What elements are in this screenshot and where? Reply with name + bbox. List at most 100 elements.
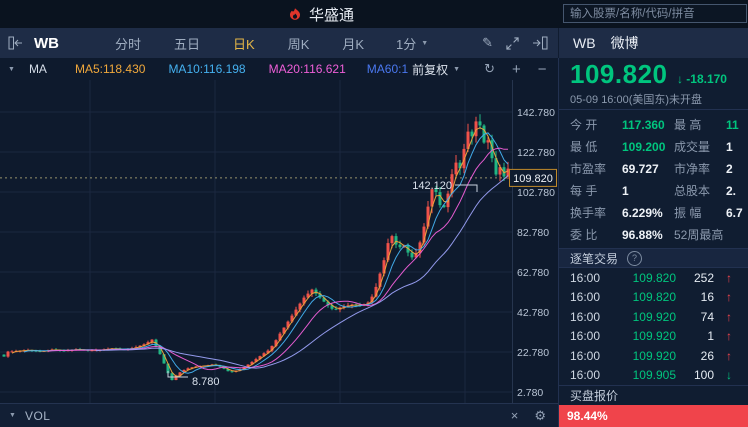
change-value: -18.170 [686,72,727,86]
stat-label: 52周最高 [674,228,724,242]
quote-name: 微博 [610,35,639,51]
tab-月K[interactable]: 月K [342,34,364,53]
interval-label: 1分 [396,36,417,52]
adjust-mode-dropdown[interactable]: 前复权 ▼ [412,61,460,78]
open-right-panel-icon[interactable] [532,36,548,50]
trade-price: 109.920 [632,348,676,363]
svg-text:42.780: 42.780 [517,307,549,319]
candlestick-chart[interactable]: 142.780 122.780 102.780 82.780 62.780 42.780 2… [0,80,558,403]
trade-price: 109.905 [632,368,676,383]
volume-pane-icons: × ⚙ [511,408,546,424]
stat-value: 1 [622,184,629,198]
price-down-arrow-icon: ↓ [676,72,683,86]
stat-value: 11 [726,118,739,132]
svg-text:8.780: 8.780 [192,376,220,388]
price-block: 109.820 ↓ -18.170 05-09 16:00(美国东)未开盘 [559,58,748,110]
quote-panel-header: WB 微博 [558,28,748,58]
trade-volume: 1 [707,329,714,344]
chevron-down-icon[interactable]: ▼ [8,66,15,73]
trade-price: 109.820 [632,270,676,285]
tab-周K[interactable]: 周K [288,34,310,53]
ma-group-label[interactable]: MA [29,62,47,76]
stat-value: 109.200 [622,140,666,154]
toolbar-icons: ✎ [482,35,548,51]
top-header: 华盛通 [0,0,748,29]
stat-label: 市净率 [674,162,711,176]
svg-text:102.780: 102.780 [517,187,555,199]
zoom-out-icon[interactable]: − [538,61,547,78]
svg-text:109.820: 109.820 [513,173,553,185]
quote-stats-grid: 今 开 117.360 最 高 11 最 低 109.200 成交量 1 市盈率 69.727 市净… [559,110,748,246]
stat-label: 振 幅 [674,206,702,220]
trading-app-window: 华盛通 WB 分时五日日K周K月K 1分 ▼ ✎ WB 微博 ▼ MA MA5: [0,0,748,427]
chevron-down-icon: ▼ [453,65,461,73]
svg-text:2.780: 2.780 [517,387,543,399]
candles [2,114,510,381]
stat-row: 总股本 2. [674,180,748,202]
trade-volume: 16 [700,290,714,305]
stock-search-input[interactable] [563,4,747,23]
tick-trades-header[interactable]: 逐笔交易 ? [559,248,748,268]
volume-pane-header: ▼ VOL × ⚙ [0,403,558,427]
stat-value: 2. [726,184,737,198]
trade-volume: 252 [693,270,714,285]
svg-text:122.780: 122.780 [517,147,555,159]
chevron-down-icon[interactable]: ▼ [9,412,16,419]
stat-row: 委 比 96.88% [570,224,674,246]
ma5-value: MA5:118.430 [74,62,146,76]
close-icon[interactable]: × [511,408,519,424]
stat-label: 换手率 [570,206,607,220]
app-title: 华盛通 [309,7,355,24]
trade-time: 16:00 [570,270,601,285]
zoom-in-icon[interactable]: + [512,61,521,78]
trade-row: 16:00 109.905 100 ↓ [559,366,748,386]
ma10-value: MA10:116.198 [168,62,246,76]
collapse-left-panel-icon[interactable] [8,36,24,50]
svg-text:62.780: 62.780 [517,267,549,279]
vol-label[interactable]: VOL [25,409,51,423]
gear-icon[interactable]: ⚙ [534,408,546,424]
ma60-value: MA60:1 [366,62,409,76]
ma-lines [11,127,509,377]
quote-panel: 109.820 ↓ -18.170 05-09 16:00(美国东)未开盘 今 … [558,58,748,427]
market-status-line: 05-09 16:00(美国东)未开盘 [570,94,703,106]
trade-price: 109.820 [632,290,676,305]
stat-row: 今 开 117.360 [570,114,674,136]
trade-up-arrow-icon: ↑ [726,329,732,344]
adjust-label: 前复权 [412,62,449,77]
stat-label: 成交量 [674,140,711,154]
bid-quotes-header: 买盘报价 [559,385,748,405]
svg-text:142.120: 142.120 [412,180,452,192]
tab-日K[interactable]: 日K [233,34,255,53]
quote-symbol: WB [573,35,596,51]
symbol-label: WB [34,34,59,52]
draw-pencil-icon[interactable]: ✎ [482,35,493,51]
chart-toolbar: WB 分时 五日 日K 周K 月K 1分 ▼ ✎ [0,28,558,58]
trade-time: 16:00 [570,329,601,344]
stat-label: 最 高 [674,118,702,132]
tab-分时[interactable]: 分时 [115,34,141,53]
interval-dropdown[interactable]: 1分 ▼ [396,34,428,53]
stat-label: 每 手 [570,184,598,198]
trade-row: 16:00 109.920 26 ↑ [559,346,748,366]
fullscreen-expand-icon[interactable] [506,36,519,50]
price-axis: 142.780 122.780 102.780 82.780 62.780 42.780 2… [509,107,557,399]
trade-time: 16:00 [570,290,601,305]
stat-value: 96.88% [622,228,663,242]
trade-time: 16:00 [570,309,601,324]
refresh-icon[interactable]: ↻ [484,61,495,77]
stat-value: 69.727 [622,162,659,176]
trade-volume: 100 [693,368,714,383]
stat-value: 1 [726,140,733,154]
chevron-down-icon: ▼ [421,39,429,47]
chart-canvas[interactable]: 142.780 122.780 102.780 82.780 62.780 42.780 2… [0,80,558,403]
help-question-icon[interactable]: ? [627,250,643,266]
svg-text:82.780: 82.780 [517,227,549,239]
bid-ratio-value: 98.44% [567,409,608,423]
indicator-bar: ▼ MA MA5:118.430 MA10:116.198 MA20:116.6… [0,58,575,80]
tick-trades-title: 逐笔交易 [570,251,619,266]
tab-五日[interactable]: 五日 [174,34,200,53]
stat-label: 市盈率 [570,162,607,176]
trade-row: 16:00 109.820 16 ↑ [559,288,748,308]
trade-price: 109.920 [632,329,676,344]
